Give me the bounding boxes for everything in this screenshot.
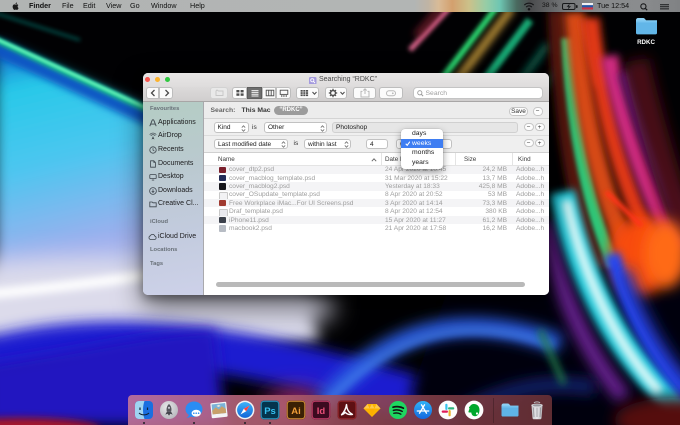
- svg-text:Id: Id: [317, 406, 326, 417]
- svg-text:Ps: Ps: [264, 406, 276, 417]
- svg-text:Ai: Ai: [291, 406, 301, 417]
